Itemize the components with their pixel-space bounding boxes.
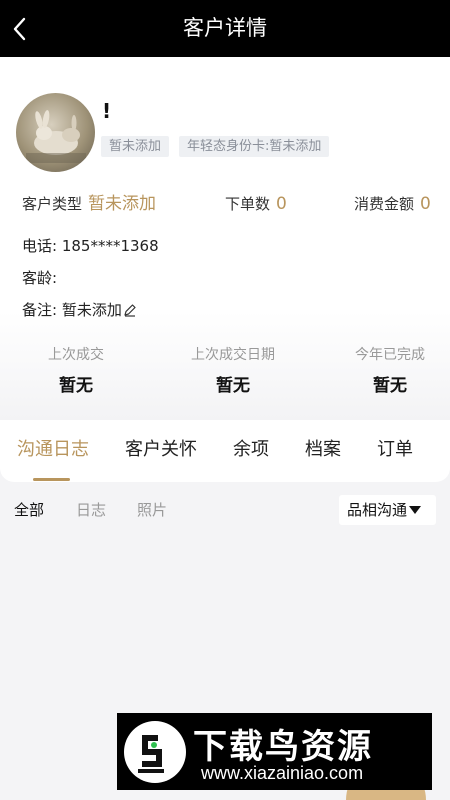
phone-info[interactable]: 电话: 185****1368 [22,235,159,257]
customer-tag: 暂未添加 [101,136,170,157]
summary-label: 上次成交 [48,347,104,363]
subtab-all[interactable]: 全部 [14,500,44,520]
note-info[interactable]: 备注: 暂未添加 [22,299,137,321]
stat-label: 下单数 [225,195,271,213]
stat-value: 暂未添加 [88,194,157,214]
subtab-log[interactable]: 日志 [76,500,106,520]
note-text: 备注: 暂未添加 [22,301,122,319]
tab-customer-care[interactable]: 客户关怀 [125,438,197,462]
filter-dropdown-value: 品相沟通 [347,501,408,519]
tab-remaining-items[interactable]: 余项 [233,438,269,462]
summary-completed-this-year: 今年已完成 暂无 [315,345,450,397]
stat-value: 0 [420,194,431,214]
subtab-photos[interactable]: 照片 [137,500,167,520]
stat-label: 客户类型 [22,195,83,213]
customer-name: ! [102,99,112,123]
summary-value: 暂无 [59,376,93,396]
summary-value: 暂无 [216,376,250,396]
watermark-url: www.xiazainiao.com [201,763,364,783]
pencil-icon[interactable] [123,301,137,317]
active-tab-indicator [33,478,70,481]
summary-value: 暂无 [373,376,407,396]
summary-label: 上次成交日期 [191,347,275,363]
identity-card-tag: 年轻态身份卡:暂未添加 [179,136,330,157]
avatar[interactable] [16,93,95,172]
stat-order-count: 下单数 0 [225,192,287,216]
watermark: 下载鸟资源 www.xiazainiao.com [117,713,432,790]
stat-customer-type: 客户类型 暂未添加 [22,192,156,216]
tab-communication-log[interactable]: 沟通日志 [17,438,89,462]
rabbit-figurine-image [26,110,86,163]
caret-down-icon [409,506,422,514]
page-title: 客户详情 [183,16,267,40]
stat-spend-amount: 消费金额 0 [354,192,431,216]
filter-dropdown[interactable]: 品相沟通 [339,495,436,525]
bird-logo-icon [124,721,186,783]
app-header: 客户详情 [0,0,450,57]
customer-age-info: 客龄: [22,269,58,287]
stat-value: 0 [276,194,287,214]
tab-orders[interactable]: 订单 [377,438,413,462]
summary-last-deal: 上次成交 暂无 [1,345,151,397]
customer-profile-card: ! 暂未添加 年轻态身份卡:暂未添加 客户类型 暂未添加 下单数 0 消费金额 0 电… [0,57,450,420]
tab-bar: 沟通日志 客户关怀 余项 档案 订单 [0,420,450,482]
summary-last-deal-date: 上次成交日期 暂无 [158,345,308,397]
summary-label: 今年已完成 [355,347,425,363]
stat-label: 消费金额 [354,195,415,213]
watermark-title: 下载鸟资源 [193,727,373,767]
tab-archive[interactable]: 档案 [305,438,341,462]
